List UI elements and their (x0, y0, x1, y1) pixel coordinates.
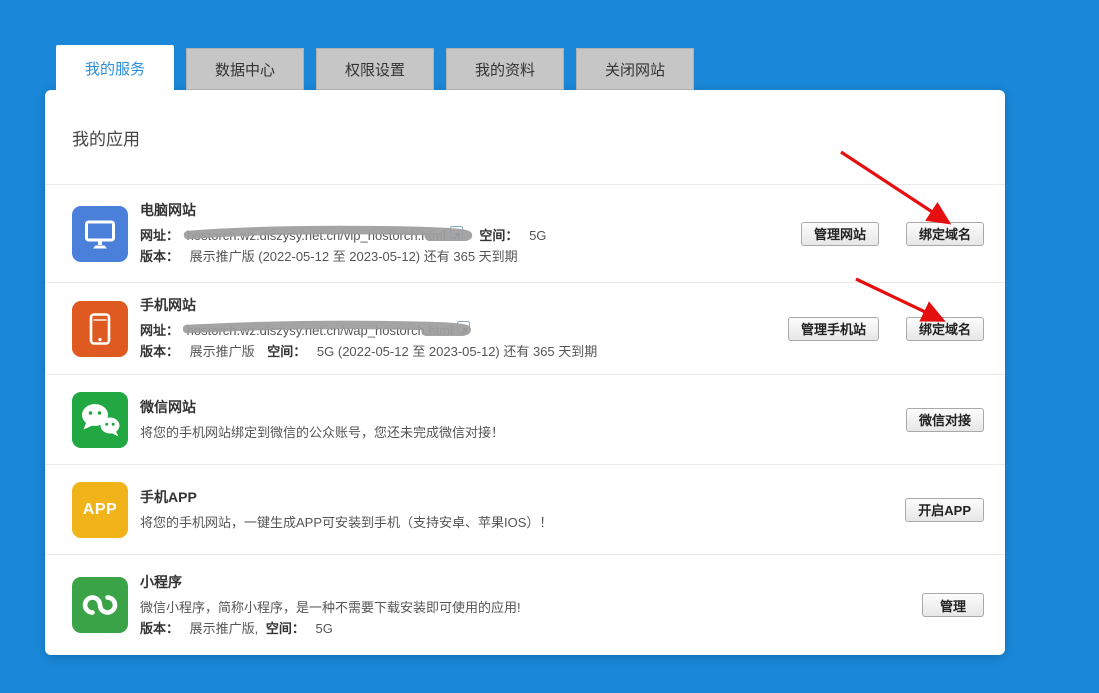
wechat-icon (72, 391, 128, 448)
app-row-mobile-app: APP 手机APP 将您的手机网站，一键生成APP可安装到手机（支持安卓、苹果I… (45, 465, 1005, 555)
wechat-website-info: 微信网站 将您的手机网站绑定到微信的公众账号，您还未完成微信对接！ (140, 397, 906, 443)
pc-version-value: 展示推广版 (2022-05-12 至 2023-05-12) 还有 365 天… (189, 249, 518, 264)
tab-my-profile[interactable]: 我的资料 (446, 48, 564, 90)
wechat-website-title: 微信网站 (140, 398, 196, 415)
mini-version-value: 展示推广版, (189, 620, 259, 636)
pc-website-info: 电脑网站 网址： hostorch.wz.dlszysy.net.cn/vip_… (140, 200, 801, 267)
mini-program-actions: 管理 (922, 593, 984, 617)
my-services-panel: 我的应用 电脑网站 网址： hostorch.wz.dlszysy.net.cn… (45, 90, 1005, 655)
tab-permission-settings[interactable]: 权限设置 (316, 48, 434, 90)
wechat-website-desc: 将您的手机网站绑定到微信的公众账号，您还未完成微信对接！ (140, 424, 505, 440)
mini-space-value: 5G (315, 620, 333, 636)
mobile-website-url: hostorch.wz.dlszysy.net.cn/wap_hostorch.… (182, 320, 471, 341)
pc-website-title: 电脑网站 (140, 202, 196, 218)
url-label: 网址： (140, 323, 180, 338)
tab-data-center[interactable]: 数据中心 (186, 48, 304, 90)
app-row-mini-program: 小程序 微信小程序，简称小程序，是一种不需要下载安装即可使用的应用! 版本： 展… (45, 555, 1005, 655)
external-link-icon[interactable] (449, 226, 463, 240)
mini-program-desc: 微信小程序，简称小程序，是一种不需要下载安装即可使用的应用! (140, 599, 521, 615)
tab-bar: 我的服务 数据中心 权限设置 我的资料 关闭网站 (56, 45, 694, 91)
version-label: 版本： (140, 344, 180, 359)
mobile-app-actions: 开启APP (905, 497, 984, 522)
panel-header: 我的应用 (45, 90, 1005, 185)
external-link-icon[interactable] (457, 321, 471, 335)
url-label: 网址： (140, 228, 180, 243)
smartphone-icon (72, 300, 128, 357)
app-icon-label: APP (82, 500, 118, 518)
pc-website-version-line: 版本： 展示推广版 (2022-05-12 至 2023-05-12) 还有 3… (140, 246, 801, 267)
space-label: 空间： (265, 620, 305, 636)
wechat-website-actions: 微信对接 (905, 407, 984, 432)
mini-program-title: 小程序 (140, 573, 182, 590)
bind-domain-button-mobile[interactable]: 绑定域名 (905, 316, 984, 341)
wechat-connect-button[interactable]: 微信对接 (905, 407, 984, 432)
version-label: 版本： (140, 620, 180, 636)
enable-app-button[interactable]: 开启APP (905, 497, 984, 522)
mobile-space-value: 5G (2022-05-12 至 2023-05-12) 还有 365 天到期 (316, 344, 598, 359)
version-label: 版本： (140, 249, 180, 264)
mobile-website-title: 手机网站 (140, 297, 196, 313)
mobile-website-info: 手机网站 网址： hostorch.wz.dlszysy.net.cn/wap_… (140, 295, 788, 362)
pc-website-actions: 管理网站 绑定域名 (800, 221, 984, 246)
manage-website-button[interactable]: 管理网站 (800, 221, 879, 246)
mini-program-info: 小程序 微信小程序，简称小程序，是一种不需要下载安装即可使用的应用! 版本： 展… (140, 572, 922, 639)
manage-mini-program-button[interactable]: 管理 (922, 593, 984, 617)
space-label: 空间： (267, 344, 307, 359)
desktop-monitor-icon (72, 205, 128, 262)
app-badge-icon: APP (72, 481, 128, 538)
app-row-mobile-website: 手机网站 网址： hostorch.wz.dlszysy.net.cn/wap_… (45, 283, 1005, 375)
pc-website-url-line: 网址： hostorch.wz.dlszysy.net.cn/vip_hosto… (140, 225, 801, 246)
mobile-website-actions: 管理手机站 绑定域名 (787, 316, 984, 341)
page-title: 我的应用 (72, 129, 140, 149)
tab-my-services[interactable]: 我的服务 (56, 45, 174, 91)
pc-website-url: hostorch.wz.dlszysy.net.cn/vip_hostorch.… (183, 225, 472, 246)
mobile-app-title: 手机APP (140, 488, 197, 505)
tab-close-website[interactable]: 关闭网站 (576, 48, 694, 90)
mobile-website-url-line: 网址： hostorch.wz.dlszysy.net.cn/wap_hosto… (140, 320, 788, 341)
space-label: 空间： (479, 228, 519, 243)
mobile-app-desc: 将您的手机网站，一键生成APP可安装到手机（支持安卓、苹果IOS）！ (140, 514, 553, 530)
manage-mobile-site-button[interactable]: 管理手机站 (787, 316, 879, 341)
app-row-wechat-website: 微信网站 将您的手机网站绑定到微信的公众账号，您还未完成微信对接！ 微信对接 (45, 375, 1005, 465)
bind-domain-button-pc[interactable]: 绑定域名 (905, 221, 984, 246)
app-row-pc-website: 电脑网站 网址： hostorch.wz.dlszysy.net.cn/vip_… (45, 185, 1005, 283)
mobile-website-version-line: 版本： 展示推广版 空间： 5G (2022-05-12 至 2023-05-1… (140, 341, 788, 362)
mini-program-icon (72, 577, 128, 633)
mini-program-version-line: 版本： 展示推广版, 空间： 5G (140, 618, 922, 639)
page-background: 我的服务 数据中心 权限设置 我的资料 关闭网站 我的应用 电脑网站 网址： h… (0, 0, 1099, 693)
mobile-version-value: 展示推广版 (189, 344, 255, 359)
pc-space-value: 5G (529, 228, 547, 243)
mobile-app-info: 手机APP 将您的手机网站，一键生成APP可安装到手机（支持安卓、苹果IOS）！ (140, 487, 905, 533)
